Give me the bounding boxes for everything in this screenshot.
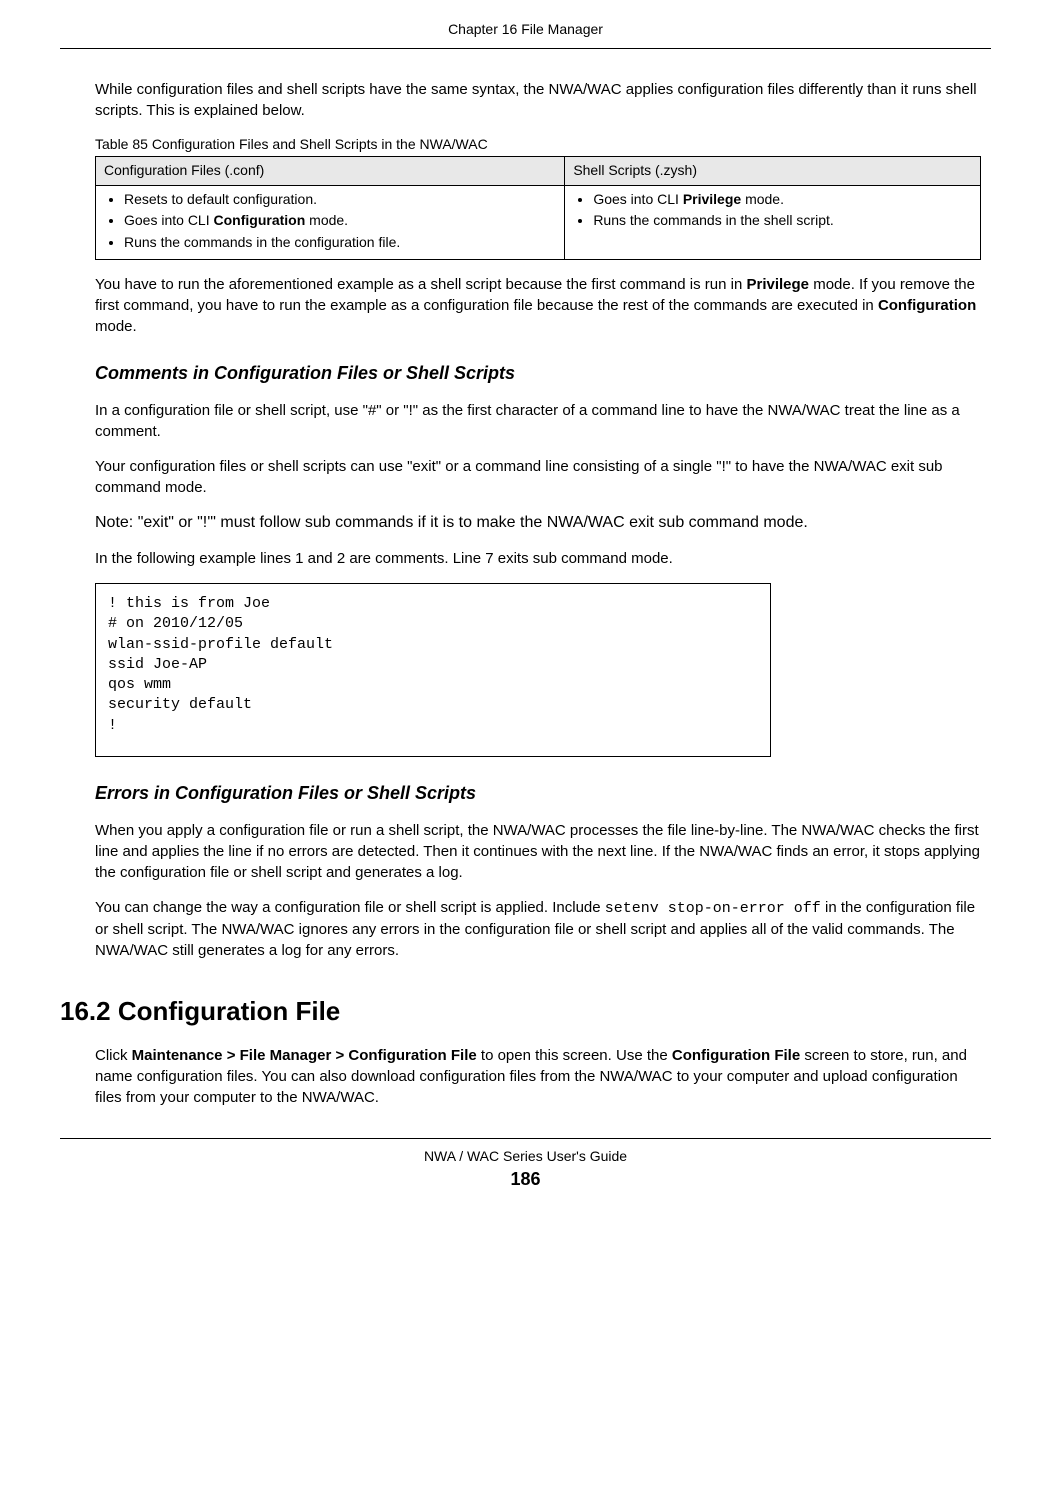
comments-paragraph-1: In a configuration file or shell script,… [95, 400, 981, 442]
errors-paragraph-2: You can change the way a configuration f… [95, 897, 981, 961]
comments-paragraph-3: In the following example lines 1 and 2 a… [95, 548, 981, 569]
errors-paragraph-1: When you apply a configuration file or r… [95, 820, 981, 883]
comments-heading: Comments in Configuration Files or Shell… [95, 361, 981, 386]
table-cell-right: Goes into CLI Privilege mode. Runs the c… [565, 185, 981, 259]
list-item: Runs the commands in the shell script. [593, 211, 972, 231]
table-header-left: Configuration Files (.conf) [96, 157, 565, 186]
table-cell-left: Resets to default configuration. Goes in… [96, 185, 565, 259]
chapter-title: Chapter 16 File Manager [448, 21, 603, 37]
comments-paragraph-2: Your configuration files or shell script… [95, 456, 981, 498]
page-number: 186 [60, 1167, 991, 1192]
section-heading-16-2: 16.2 Configuration File [60, 993, 981, 1029]
table-header-right: Shell Scripts (.zysh) [565, 157, 981, 186]
list-item: Goes into CLI Configuration mode. [124, 211, 556, 231]
list-item: Goes into CLI Privilege mode. [593, 190, 972, 210]
config-paragraph-1: Click Maintenance > File Manager > Confi… [95, 1045, 981, 1108]
note-block: Note: "exit" or "!'" must follow sub com… [95, 512, 981, 534]
document-page: Chapter 16 File Manager While configurat… [0, 0, 1051, 1222]
errors-heading: Errors in Configuration Files or Shell S… [95, 781, 981, 806]
list-item: Resets to default configuration. [124, 190, 556, 210]
chapter-header: Chapter 16 File Manager [60, 20, 991, 49]
page-content: While configuration files and shell scri… [60, 79, 991, 1109]
after-table-paragraph: You have to run the aforementioned examp… [95, 274, 981, 337]
table-caption: Table 85 Configuration Files and Shell S… [95, 135, 981, 155]
intro-paragraph: While configuration files and shell scri… [95, 79, 981, 121]
list-item: Runs the commands in the configuration f… [124, 233, 556, 253]
code-example: ! this is from Joe # on 2010/12/05 wlan-… [95, 583, 771, 757]
page-footer: NWA / WAC Series User's Guide 186 [60, 1138, 991, 1192]
footer-guide: NWA / WAC Series User's Guide [60, 1147, 991, 1167]
comparison-table: Configuration Files (.conf) Shell Script… [95, 156, 981, 259]
